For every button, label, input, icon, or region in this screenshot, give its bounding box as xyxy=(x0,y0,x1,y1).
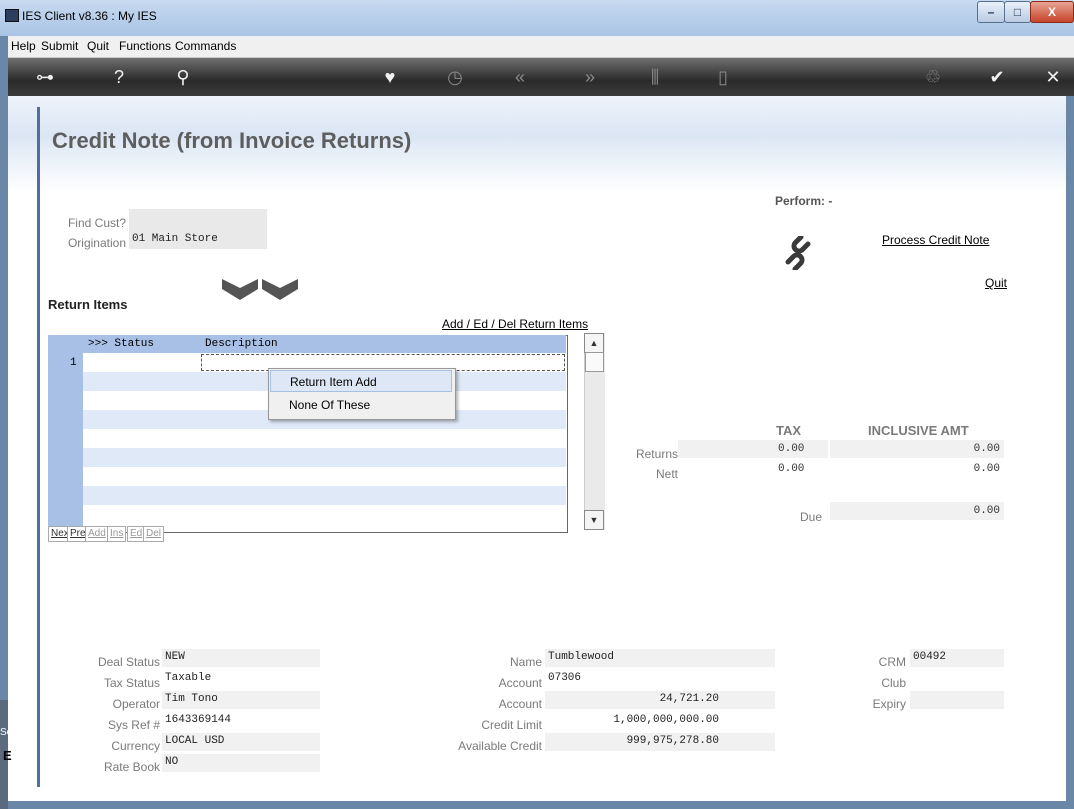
table-row[interactable] xyxy=(83,448,566,467)
recycle-icon[interactable]: ♲ xyxy=(918,65,948,89)
deal-status-label: Deal Status xyxy=(97,655,160,669)
insert-button[interactable]: Ins xyxy=(107,526,127,542)
expiry-value xyxy=(910,691,1004,709)
club-value xyxy=(910,670,1004,688)
nett-label: Nett xyxy=(655,467,678,481)
find-cust-input[interactable] xyxy=(129,209,267,229)
close-window-button[interactable]: X xyxy=(1030,1,1074,23)
page-title: Credit Note (from Invoice Returns) xyxy=(52,128,412,153)
menu-help[interactable]: Help xyxy=(11,39,36,53)
tax-status-value: Taxable xyxy=(162,670,320,688)
currency-value: LOCAL USD xyxy=(162,733,320,751)
clock-icon[interactable]: ◷ xyxy=(440,65,470,89)
tax-status-label: Tax Status xyxy=(103,676,160,690)
title-bar xyxy=(0,0,1074,36)
returns-label: Returns xyxy=(635,447,678,461)
window-title: IES Client v8.36 : My IES xyxy=(22,9,157,23)
origination-label: Origination xyxy=(67,236,126,250)
heart-icon[interactable]: ♥ xyxy=(375,65,405,89)
name-label: Name xyxy=(509,655,542,669)
add-ed-del-return-items-link[interactable]: Add / Ed / Del Return Items xyxy=(442,317,588,331)
account-value: 07306 xyxy=(545,670,775,688)
app-icon xyxy=(5,9,19,22)
account-balance-value: 24,721.20 xyxy=(545,691,775,709)
rewind-icon[interactable]: « xyxy=(505,65,535,89)
scroll-up-icon[interactable]: ▲ xyxy=(584,333,604,353)
check-icon[interactable]: ✔ xyxy=(982,65,1012,89)
tools-icon[interactable]: ⫼ xyxy=(640,65,670,89)
name-value: Tumblewood xyxy=(545,649,775,667)
account-balance-label: Account xyxy=(498,697,542,711)
table-row[interactable] xyxy=(83,505,566,513)
quit-link[interactable]: Quit xyxy=(985,276,1007,290)
grid-row-numbers xyxy=(48,353,83,531)
down-arrows-icon[interactable] xyxy=(220,276,300,306)
crm-value: 00492 xyxy=(910,649,1004,667)
find-cust-label: Find Cust? xyxy=(67,216,126,230)
forward-icon[interactable]: » xyxy=(575,65,605,89)
perform-label: Perform: - xyxy=(775,194,833,208)
returns-amt-value: 0.00 xyxy=(830,440,1004,458)
document-icon[interactable]: ▯ xyxy=(708,65,738,89)
menu-quit[interactable]: Quit xyxy=(87,39,109,53)
left-accent-bar xyxy=(37,107,40,787)
credit-limit-value: 1,000,000,000.00 xyxy=(545,712,775,730)
maximize-button[interactable]: □ xyxy=(1004,1,1031,23)
operator-label: Operator xyxy=(112,697,160,711)
process-credit-note-link[interactable]: Process Credit Note xyxy=(882,233,989,247)
menu-item-return-item-add[interactable]: Return Item Add xyxy=(270,370,452,392)
menu-commands[interactable]: Commands xyxy=(175,39,236,53)
table-row[interactable] xyxy=(83,486,566,505)
rate-book-label: Rate Book xyxy=(103,760,160,774)
rate-book-value: NO xyxy=(162,754,320,772)
nett-tax-value: 0.00 xyxy=(678,460,828,478)
operator-value: Tim Tono xyxy=(162,691,320,709)
available-credit-label: Available Credit xyxy=(458,739,542,753)
returns-tax-value: 0.00 xyxy=(678,440,828,458)
club-label: Club xyxy=(881,676,906,690)
scroll-thumb[interactable] xyxy=(585,352,604,372)
row-number: 1 xyxy=(70,357,77,369)
deal-status-value: NEW xyxy=(162,649,320,667)
account-label: Account xyxy=(498,676,542,690)
help-icon[interactable]: ? xyxy=(104,65,134,89)
link-icon xyxy=(785,236,811,270)
delete-button[interactable]: Del xyxy=(143,526,165,542)
side-fragment-text: Ses xyxy=(0,727,18,738)
column-status-header[interactable]: >>> Status xyxy=(88,338,154,350)
due-amt-value: 0.00 xyxy=(830,502,1004,520)
return-items-heading: Return Items xyxy=(48,297,128,312)
search-icon[interactable]: ⚲ xyxy=(168,65,198,89)
expiry-label: Expiry xyxy=(872,697,906,711)
credit-limit-label: Credit Limit xyxy=(481,718,542,732)
menu-functions[interactable]: Functions xyxy=(119,39,171,53)
column-description-header[interactable]: Description xyxy=(205,338,278,350)
key-icon[interactable]: ⊶ xyxy=(30,65,60,89)
menu-item-none-of-these[interactable]: None Of These xyxy=(270,394,452,416)
add-button[interactable]: Add xyxy=(85,526,109,542)
origination-field[interactable]: 01 Main Store xyxy=(129,229,267,249)
minimize-button[interactable]: – xyxy=(977,1,1005,23)
currency-label: Currency xyxy=(111,739,160,753)
available-credit-value: 999,975,278.80 xyxy=(545,733,775,751)
sys-ref-value: 1643369144 xyxy=(162,712,320,730)
tax-header: TAX xyxy=(776,423,802,438)
menu-submit[interactable]: Submit xyxy=(41,39,78,53)
nett-amt-value: 0.00 xyxy=(830,460,1004,478)
inclusive-amt-header: INCLUSIVE AMT xyxy=(868,423,969,438)
side-fragment-glyph: E xyxy=(3,748,12,763)
due-label: Due xyxy=(799,510,822,524)
sys-ref-label: Sys Ref # xyxy=(107,718,160,732)
crm-label: CRM xyxy=(878,655,906,669)
close-icon[interactable]: ✕ xyxy=(1038,65,1068,89)
scroll-down-icon[interactable]: ▼ xyxy=(584,510,604,530)
